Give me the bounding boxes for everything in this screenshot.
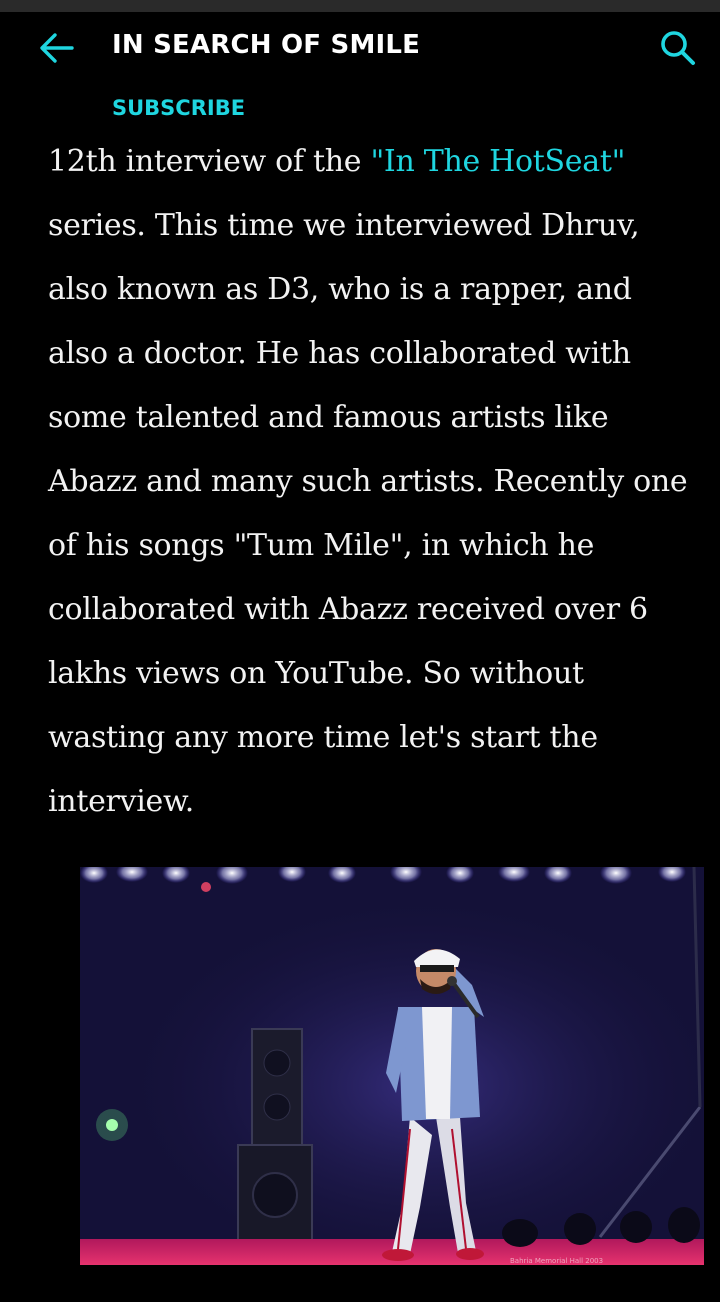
arrow-left-icon	[40, 33, 74, 63]
search-button[interactable]	[654, 26, 702, 70]
page-title: IN SEARCH OF SMILE	[112, 30, 421, 60]
article-body: 12th interview of the "In The HotSeat" s…	[48, 130, 688, 834]
search-icon	[661, 31, 695, 65]
concert-stage-image: Bahria Memorial Hall 2003	[80, 867, 704, 1265]
subscribe-button[interactable]: SUBSCRIBE	[112, 96, 245, 120]
article-photo: Bahria Memorial Hall 2003	[80, 867, 704, 1265]
article-paragraph: series. This time we interviewed Dhruv, …	[48, 208, 688, 819]
back-button[interactable]	[32, 28, 80, 68]
series-link[interactable]: "In The HotSeat"	[370, 144, 625, 179]
article-text: 12th interview of the "In The HotSeat" s…	[48, 130, 688, 834]
status-bar	[0, 0, 720, 12]
photo-watermark: Bahria Memorial Hall 2003	[510, 1257, 603, 1265]
app-header: IN SEARCH OF SMILE SUBSCRIBE	[0, 12, 720, 145]
article-partial-line: 12th interview of the	[48, 144, 371, 179]
